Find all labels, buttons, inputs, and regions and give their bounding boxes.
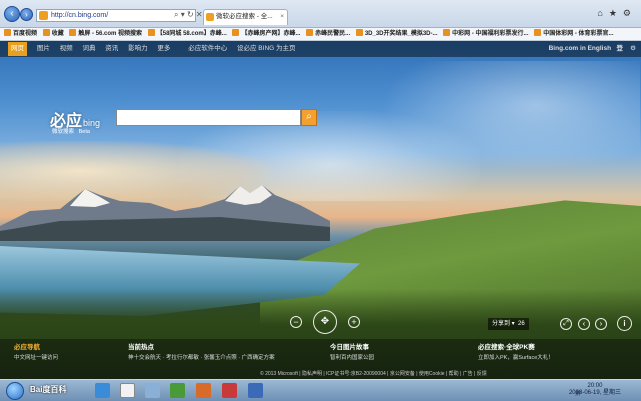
- app-icon[interactable]: [196, 383, 211, 398]
- search-icon: ⌕: [306, 111, 312, 122]
- favorites-item[interactable]: 赤峰民警民...: [306, 28, 350, 40]
- zoom-out-button[interactable]: −: [290, 316, 302, 328]
- section-subtitle: 立即加入PK，赢Surface大礼！: [478, 355, 554, 361]
- word-icon[interactable]: [120, 383, 135, 398]
- favorites-item[interactable]: 触屏 - 56.com 视频搜索: [69, 28, 142, 40]
- favorites-item[interactable]: 百度视频: [4, 28, 37, 40]
- favorites-item[interactable]: 【58同城 58.com】赤峰...: [147, 28, 227, 40]
- favorite-icon: [232, 29, 240, 36]
- section-subtitle: 神十交会航天 · 考拉行尔都敏 · 张馨玉介点照 · 广西确定方案: [128, 355, 275, 361]
- favorite-icon: [355, 29, 363, 36]
- ie-icon[interactable]: [95, 383, 110, 398]
- back-button[interactable]: ‹: [4, 6, 20, 22]
- address-tools[interactable]: ⌕ ▾ ↻ ✕: [174, 9, 203, 21]
- address-bar[interactable]: http://cn.bing.com/: [36, 9, 196, 22]
- address-text: http://cn.bing.com/: [51, 12, 109, 19]
- bing-homepage: 网页 图片 视频 词典 资讯 影响力 更多 必应软件中心 设必应 BING 为主…: [0, 41, 641, 379]
- section-subtitle: 智利百内国家公园: [330, 355, 375, 361]
- section-hot-topics[interactable]: 当前热点 神十交会航天 · 考拉行尔都敏 · 张馨玉介点照 · 广西确定方案: [128, 341, 275, 361]
- mountains-image: [0, 185, 330, 241]
- title-bar: ‹ › http://cn.bing.com/ ⌕ ▾ ↻ ✕ 微软必应搜索 -…: [0, 0, 641, 28]
- section-title: 必应导航: [14, 344, 40, 351]
- tab-close-icon[interactable]: ×: [280, 10, 284, 24]
- favorite-icon: [69, 29, 77, 36]
- nav-item-web[interactable]: 网页: [8, 42, 27, 56]
- nav-item-news[interactable]: 资讯: [105, 41, 118, 57]
- forward-button[interactable]: ›: [20, 8, 33, 21]
- browser-window: ‹ › http://cn.bing.com/ ⌕ ▾ ↻ ✕ 微软必应搜索 -…: [0, 0, 641, 401]
- favorites-item[interactable]: 中国体彩网 - 体育彩票官...: [534, 28, 614, 40]
- app-icon[interactable]: [145, 383, 160, 398]
- pan-control-icon[interactable]: ✥: [313, 310, 337, 334]
- section-image-story[interactable]: 今日图片故事 智利百内国家公园: [330, 341, 374, 361]
- nav-set-homepage[interactable]: 设必应 BING 为主页: [237, 41, 296, 57]
- favorites-bar: 百度视频 收藏 触屏 - 56.com 视频搜索 【58同城 58.com】赤峰…: [0, 28, 641, 41]
- nav-item-dictionary[interactable]: 词典: [82, 41, 95, 57]
- section-title: 当前热点: [128, 344, 154, 351]
- search-input[interactable]: [116, 109, 301, 126]
- info-icon[interactable]: i: [617, 316, 632, 331]
- gear-icon[interactable]: ⚙: [630, 41, 636, 57]
- favorites-item[interactable]: 中彩网 - 中国福利彩票发行...: [443, 28, 529, 40]
- nav-software-center[interactable]: 必应软件中心: [188, 41, 227, 57]
- app-icon[interactable]: [222, 383, 237, 398]
- fullscreen-icon[interactable]: ⤢: [560, 318, 572, 330]
- logo-tagline: 微软搜索 Beta: [52, 129, 90, 135]
- nav-item-videos[interactable]: 视频: [60, 41, 73, 57]
- section-pk-contest[interactable]: 必应搜索·全球PK赛 立即加入PK，赢Surface大礼！: [478, 341, 554, 361]
- section-navigation[interactable]: 必应导航 中文网址一键访问: [14, 341, 58, 361]
- clock[interactable]: 20:00 2013-06-19, 星期三: [569, 383, 621, 397]
- favorite-icon: [147, 29, 155, 36]
- browser-tab[interactable]: 微软必应搜索 - 全... ×: [203, 9, 288, 25]
- nav-item-more[interactable]: 更多: [157, 41, 170, 57]
- english-link[interactable]: Bing.com in English 登: [549, 41, 623, 57]
- nav-item-images[interactable]: 图片: [37, 41, 50, 57]
- section-subtitle: 中文网址一键访问: [14, 355, 59, 361]
- favorite-icon: [306, 29, 314, 36]
- clock-time: 20:00: [587, 383, 603, 389]
- start-button[interactable]: [6, 382, 24, 400]
- share-widget[interactable]: 分享到 ▾ 26: [488, 318, 529, 330]
- favorites-item[interactable]: 【赤峰房产网】赤峰...: [232, 28, 300, 40]
- favicon-icon: [39, 11, 48, 20]
- nav-item-influence[interactable]: 影响力: [128, 41, 148, 57]
- previous-image-button[interactable]: ‹: [578, 318, 590, 330]
- section-title: 今日图片故事: [330, 344, 369, 351]
- section-title: 必应搜索·全球PK赛: [478, 344, 535, 351]
- favorite-icon: [534, 29, 542, 36]
- zoom-in-button[interactable]: +: [348, 316, 360, 328]
- window-controls[interactable]: ⌂★⚙: [597, 8, 637, 19]
- taskbar: Bai度百科 拼 20:00 2013-06-19, 星期三: [0, 379, 641, 401]
- favorite-icon: [443, 29, 451, 36]
- favorite-icon: [4, 29, 11, 36]
- favorite-icon: [42, 29, 50, 36]
- watermark-logo: Bai度百科: [30, 385, 67, 394]
- tab-title: 微软必应搜索 - 全...: [216, 13, 273, 20]
- footer-links[interactable]: © 2013 Microsoft | 隐私声明 | ICP证书号:京B2-200…: [260, 370, 487, 377]
- search-button[interactable]: ⌕: [301, 109, 317, 126]
- top-nav: 网页 图片 视频 词典 资讯 影响力 更多 必应软件中心 设必应 BING 为主…: [0, 41, 641, 57]
- clock-date: 2013-06-19, 星期三: [568, 390, 621, 396]
- app-icon[interactable]: [248, 383, 263, 398]
- media-player-icon[interactable]: [170, 383, 185, 398]
- favorites-item[interactable]: 收藏: [42, 28, 64, 40]
- favorites-item[interactable]: 3D_3D开奖结果_模拟3D-...: [355, 28, 438, 40]
- next-image-button[interactable]: ›: [595, 318, 607, 330]
- tab-favicon-icon: [206, 13, 214, 21]
